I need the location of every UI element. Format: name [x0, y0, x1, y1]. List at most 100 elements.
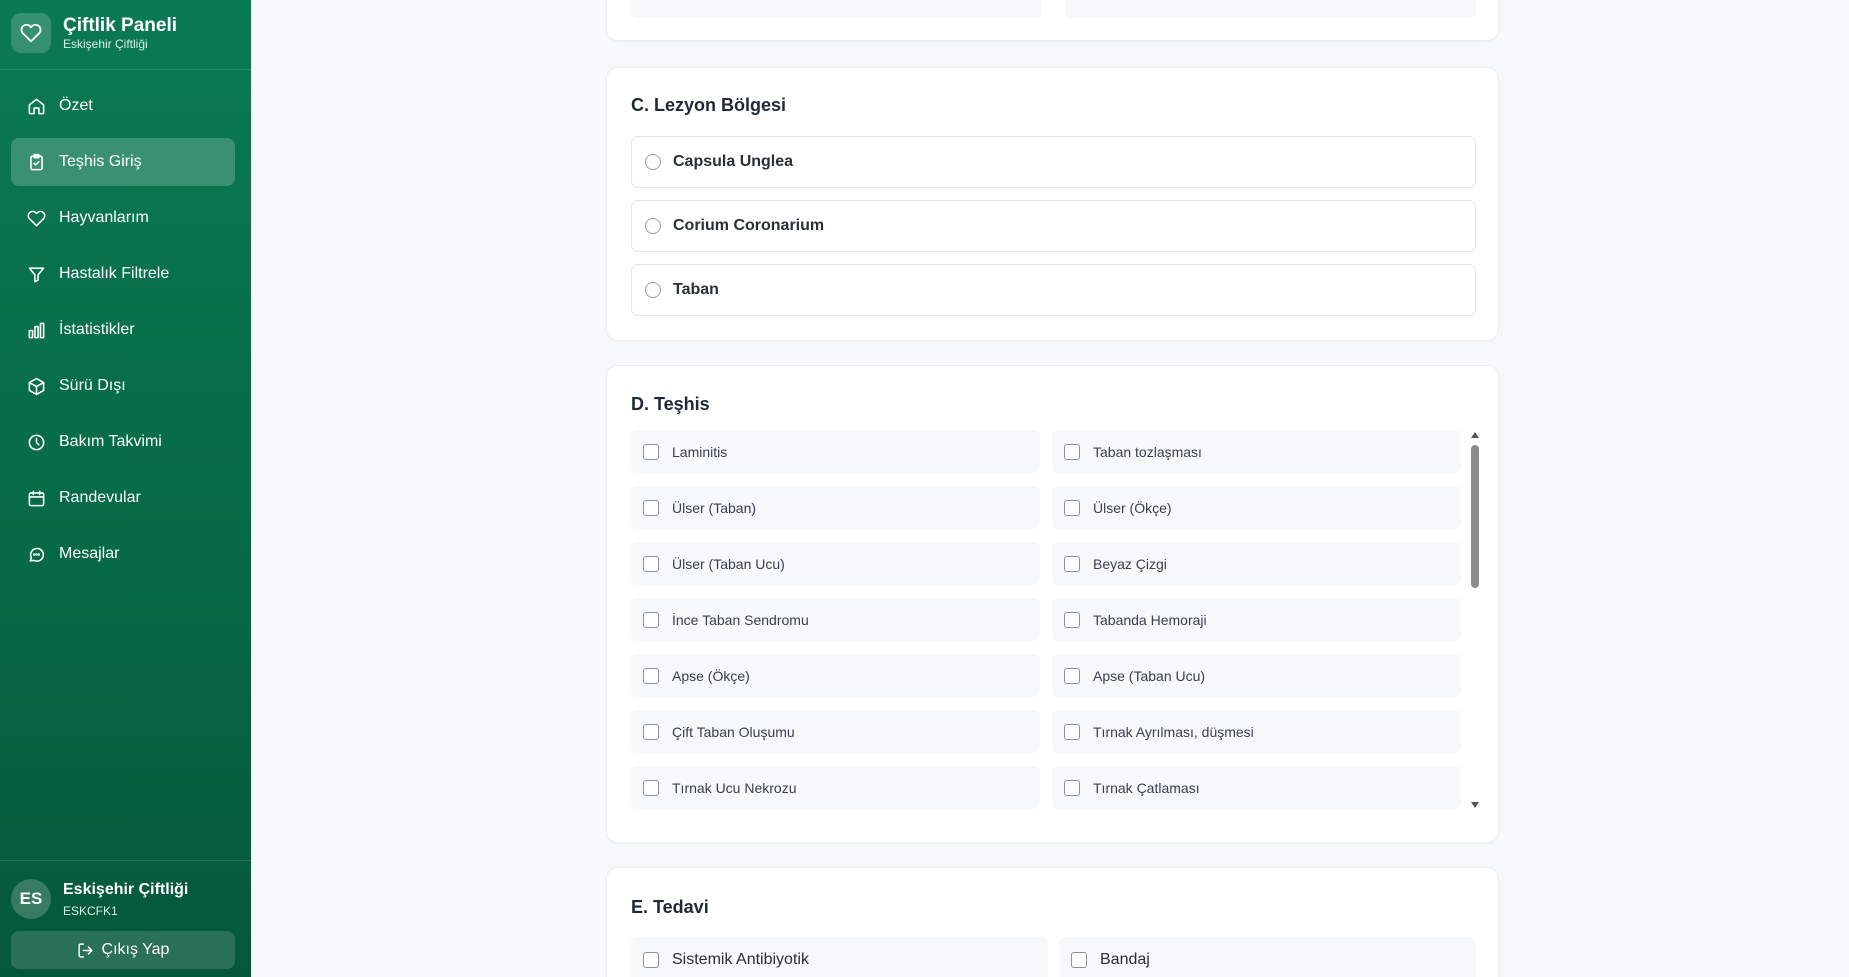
radio-circle[interactable] [645, 218, 661, 234]
diagnosis-card: D. Teşhis Laminitis Taban tozlaşması Üls… [606, 365, 1499, 843]
sidebar-item-teshis-giris[interactable]: Teşhis Giriş [11, 138, 235, 186]
checkbox[interactable] [643, 443, 659, 460]
radio-capsula-unglea[interactable]: Capsula Unglea [631, 136, 1476, 188]
checkbox-label: Beyaz Çizgi [1093, 555, 1167, 572]
sidebar-footer: ES Eskişehir Çiftliği ESKCFK1 Çıkış Yap [0, 860, 251, 977]
checkbox[interactable] [1064, 443, 1080, 460]
checkbox-label: Tırnak Ucu Nekrozu [672, 779, 797, 796]
checkbox-label: Bandaj [1100, 951, 1150, 968]
checkbox-label: Ülser (Ökçe) [1093, 499, 1172, 516]
previous-option[interactable] [1065, 0, 1476, 18]
checkbox[interactable] [1071, 952, 1087, 968]
previous-option[interactable] [631, 0, 1042, 18]
diagnosis-laminitis[interactable]: Laminitis [631, 430, 1040, 473]
treatment-bandaj[interactable]: Bandaj [1059, 937, 1476, 977]
sidebar-item-mesajlar[interactable]: Mesajlar [11, 530, 235, 578]
checkbox[interactable] [643, 555, 659, 572]
scroll-thumb[interactable] [1471, 445, 1479, 588]
checkbox-label: Çift Taban Oluşumu [672, 723, 795, 740]
checkbox-label: Tırnak Çatlaması [1093, 779, 1200, 796]
radio-corium-coronarium[interactable]: Corium Coronarium [631, 200, 1476, 252]
logout-label: Çıkış Yap [101, 941, 170, 958]
radio-label: Taban [673, 281, 719, 298]
checkbox[interactable] [643, 952, 659, 968]
diagnosis-ulser-taban-ucu[interactable]: Ülser (Taban Ucu) [631, 542, 1040, 585]
sidebar-item-istatistikler[interactable]: İstatistikler [11, 306, 235, 354]
clipboard-check-icon [30, 153, 43, 170]
diagnosis-list[interactable]: Laminitis Taban tozlaşması Ülser (Taban)… [631, 430, 1491, 811]
message-icon [29, 547, 45, 562]
brand-title: Çiftlik Paneli [63, 15, 178, 36]
box-icon [28, 377, 45, 395]
sidebar-item-label: Bakım Takvimi [59, 433, 162, 450]
sidebar-item-label: Mesajlar [59, 545, 120, 562]
checkbox[interactable] [643, 779, 659, 796]
radio-taban[interactable]: Taban [631, 264, 1476, 316]
brand-subtitle: Eskişehir Çiftliği [63, 37, 148, 51]
checkbox-label: Apse (Taban Ucu) [1093, 667, 1206, 684]
radio-circle[interactable] [645, 282, 661, 298]
checkbox[interactable] [643, 611, 659, 628]
checkbox[interactable] [1064, 555, 1080, 572]
scroll-up-arrow-icon[interactable] [1471, 432, 1479, 438]
sidebar: Çiftlik Paneli Eskişehir Çiftliği Özet T… [0, 0, 251, 977]
treatment-title: E. Tedavi [631, 897, 709, 917]
diagnosis-tirnak-ayrilmasi[interactable]: Tırnak Ayrılması, düşmesi [1052, 710, 1461, 753]
sidebar-item-randevular[interactable]: Randevular [11, 474, 235, 522]
diagnosis-tirnak-ucu-nekrozu[interactable]: Tırnak Ucu Nekrozu [631, 766, 1040, 809]
checkbox[interactable] [1064, 723, 1080, 740]
diagnosis-title: D. Teşhis [631, 394, 710, 414]
sidebar-item-label: Teşhis Giriş [59, 153, 142, 170]
sidebar-item-label: Özet [59, 97, 93, 114]
scroll-down-arrow-icon[interactable] [1471, 802, 1479, 808]
checkbox[interactable] [643, 499, 659, 516]
checkbox[interactable] [1064, 611, 1080, 628]
diagnosis-tabanda-hemoraji[interactable]: Tabanda Hemoraji [1052, 598, 1461, 641]
diagnosis-tirnak-catlamasi[interactable]: Tırnak Çatlaması [1052, 766, 1461, 809]
user-code: ESKCFK1 [63, 904, 118, 918]
bar-chart-icon [28, 322, 45, 338]
sidebar-item-hastalik-filtrele[interactable]: Hastalık Filtrele [11, 250, 235, 298]
sidebar-item-label: İstatistikler [59, 321, 135, 338]
diagnosis-ince-taban-sendromu[interactable]: İnce Taban Sendromu [631, 598, 1040, 641]
diagnosis-ulser-taban[interactable]: Ülser (Taban) [631, 486, 1040, 529]
lesion-region-title: C. Lezyon Bölgesi [631, 95, 787, 115]
diagnosis-cift-taban-olusumu[interactable]: Çift Taban Oluşumu [631, 710, 1040, 753]
checkbox[interactable] [1064, 779, 1080, 796]
checkbox-label: Sistemik Antibiyotik [672, 951, 809, 968]
diagnosis-scrollbar[interactable] [1469, 430, 1481, 811]
logout-icon [77, 942, 93, 958]
calendar-icon [28, 490, 45, 506]
logout-button[interactable]: Çıkış Yap [11, 931, 235, 969]
sidebar-item-bakim-takvimi[interactable]: Bakım Takvimi [11, 418, 235, 466]
radio-circle[interactable] [645, 154, 661, 170]
radio-label: Corium Coronarium [673, 217, 825, 234]
treatment-sistemik-antibiyotik[interactable]: Sistemik Antibiyotik [631, 937, 1048, 977]
checkbox[interactable] [1064, 667, 1080, 684]
checkbox-label: Apse (Ökçe) [672, 667, 750, 684]
diagnosis-apse-okce[interactable]: Apse (Ökçe) [631, 654, 1040, 697]
sidebar-item-label: Hastalık Filtrele [59, 265, 170, 282]
sidebar-item-label: Randevular [59, 489, 141, 506]
sidebar-item-ozet[interactable]: Özet [11, 82, 235, 130]
user-name: Eskişehir Çiftliği [63, 881, 189, 898]
sidebar-item-hayvanlarim[interactable]: Hayvanlarım [11, 194, 235, 242]
diagnosis-taban-tozlasmasi[interactable]: Taban tozlaşması [1052, 430, 1461, 473]
sidebar-nav: Özet Teşhis Giriş Hayvanlarım Hastalık F… [11, 82, 235, 586]
treatment-card: E. Tedavi Sistemik Antibiyotik Bandaj [606, 867, 1499, 977]
previous-section-card [606, 0, 1499, 41]
brand-header: Çiftlik Paneli Eskişehir Çiftliği [0, 0, 251, 70]
home-icon [28, 98, 45, 114]
checkbox[interactable] [643, 667, 659, 684]
diagnosis-apse-taban-ucu[interactable]: Apse (Taban Ucu) [1052, 654, 1461, 697]
sidebar-item-suru-disi[interactable]: Sürü Dışı [11, 362, 235, 410]
diagnosis-beyaz-cizgi[interactable]: Beyaz Çizgi [1052, 542, 1461, 585]
lesion-region-card: C. Lezyon Bölgesi Capsula Unglea Corium … [606, 67, 1499, 341]
sidebar-item-label: Sürü Dışı [59, 377, 126, 394]
checkbox-label: Tırnak Ayrılması, düşmesi [1093, 723, 1254, 740]
checkbox[interactable] [643, 723, 659, 740]
checkbox-label: Ülser (Taban) [672, 499, 757, 516]
diagnosis-ulser-okce[interactable]: Ülser (Ökçe) [1052, 486, 1461, 529]
checkbox-label: Tabanda Hemoraji [1093, 611, 1207, 628]
checkbox[interactable] [1064, 499, 1080, 516]
